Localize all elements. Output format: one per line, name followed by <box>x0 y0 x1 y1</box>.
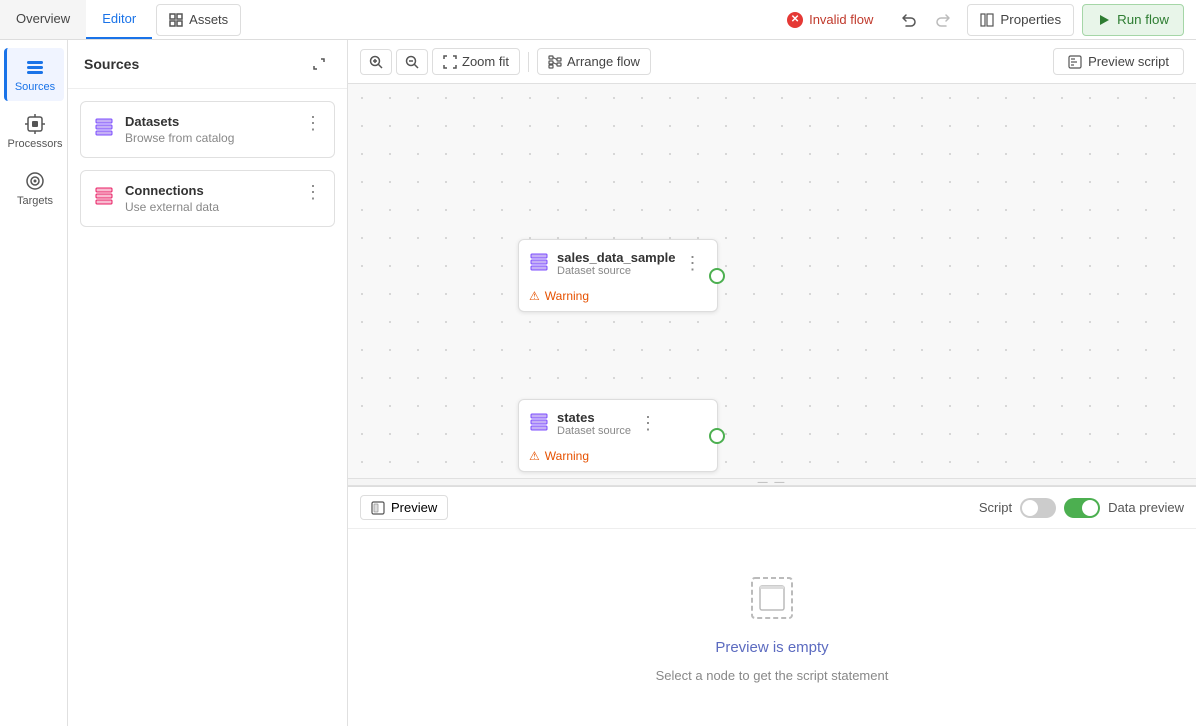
bottom-empty-state: Preview is empty Select a node to get th… <box>348 529 1196 726</box>
undo-icon <box>901 12 917 28</box>
run-flow-button[interactable]: Run flow <box>1082 4 1184 36</box>
datasets-icon <box>93 116 115 141</box>
datasets-card-content: Datasets Browse from catalog <box>125 114 294 145</box>
node1-icon <box>529 252 549 275</box>
bottom-preview-area: Preview Script Data preview <box>348 486 1196 726</box>
connections-card[interactable]: Connections Use external data ⋮ <box>80 170 335 227</box>
redo-button[interactable] <box>927 4 959 36</box>
empty-preview-subtitle: Select a node to get the script statemen… <box>656 668 889 683</box>
arrange-flow-button[interactable]: Arrange flow <box>537 48 651 75</box>
empty-preview-title: Preview is empty <box>715 639 828 656</box>
sidebar-sources-label: Sources <box>15 81 55 93</box>
bottom-right-controls: Script Data preview <box>979 498 1184 518</box>
node2-status: ⚠ Warning <box>519 443 717 471</box>
expand-icon <box>312 57 326 71</box>
sidebar-targets-label: Targets <box>17 195 53 207</box>
connections-subtitle: Use external data <box>125 200 294 214</box>
data-preview-toggle-label: Data preview <box>1108 500 1184 515</box>
zoom-in-button[interactable] <box>360 49 392 75</box>
node1-header: sales_data_sample Dataset source ⋮ <box>519 240 717 283</box>
data-preview-toggle-knob <box>1082 500 1098 516</box>
zoom-out-icon <box>405 55 419 69</box>
node2-title: states <box>557 410 631 425</box>
preview-panel-icon <box>371 501 385 515</box>
tab-overview[interactable]: Overview <box>0 0 86 39</box>
icon-sidebar: Sources Processors Targets <box>0 40 68 726</box>
node1-subtitle: Dataset source <box>557 265 676 277</box>
datasets-more-button[interactable]: ⋮ <box>304 114 322 132</box>
canvas-area: Zoom fit Arrange flow Preview script <box>348 40 1196 478</box>
datasets-subtitle: Browse from catalog <box>125 131 294 145</box>
node2-text: states Dataset source <box>557 410 631 437</box>
node2-connector <box>709 428 725 444</box>
top-nav: Overview Editor Assets ✕ Invalid flow Pr… <box>0 0 1196 40</box>
node1-connector <box>709 268 725 284</box>
node2-more-button[interactable]: ⋮ <box>639 413 657 434</box>
connections-icon <box>93 185 115 210</box>
main-layout: Sources Processors Targets Source <box>0 40 1196 726</box>
toolbar-separator <box>528 52 529 72</box>
assets-icon <box>169 13 183 27</box>
bottom-toolbar: Preview Script Data preview <box>348 487 1196 529</box>
node2-subtitle: Dataset source <box>557 425 631 437</box>
redo-icon <box>935 12 951 28</box>
data-preview-toggle[interactable] <box>1064 498 1100 518</box>
node1-more-button[interactable]: ⋮ <box>684 253 702 274</box>
preview-script-button[interactable]: Preview script <box>1053 48 1184 75</box>
right-panel: Zoom fit Arrange flow Preview script <box>348 40 1196 726</box>
sources-panel-header: Sources <box>68 40 347 89</box>
tab-editor[interactable]: Editor <box>86 0 152 39</box>
zoom-in-icon <box>369 55 383 69</box>
datasets-title: Datasets <box>125 114 294 129</box>
connections-card-content: Connections Use external data <box>125 183 294 214</box>
sources-icon <box>24 56 46 78</box>
node1-title: sales_data_sample <box>557 250 676 265</box>
processors-icon <box>24 113 46 135</box>
zoom-out-button[interactable] <box>396 49 428 75</box>
panel-divider[interactable]: — — <box>348 478 1196 486</box>
invalid-flow-button[interactable]: ✕ Invalid flow <box>775 4 885 36</box>
empty-preview-icon <box>746 572 798 627</box>
invalid-flow-icon: ✕ <box>787 12 803 28</box>
tab-assets[interactable]: Assets <box>156 4 241 36</box>
node2-header: states Dataset source ⋮ <box>519 400 717 443</box>
run-icon <box>1097 13 1111 27</box>
sidebar-item-sources[interactable]: Sources <box>4 48 64 101</box>
node1-text: sales_data_sample Dataset source <box>557 250 676 277</box>
node2-warning-icon: ⚠ <box>529 449 540 463</box>
properties-icon <box>980 13 994 27</box>
sidebar-item-processors[interactable]: Processors <box>4 105 64 158</box>
node1-status: ⚠ Warning <box>519 283 717 311</box>
connections-more-button[interactable]: ⋮ <box>304 183 322 201</box>
zoom-fit-button[interactable]: Zoom fit <box>432 48 520 75</box>
top-right-actions: ✕ Invalid flow Properties Run flow <box>775 4 1196 36</box>
node2-icon <box>529 412 549 435</box>
connections-title: Connections <box>125 183 294 198</box>
datasets-card[interactable]: Datasets Browse from catalog ⋮ <box>80 101 335 158</box>
flow-node-states[interactable]: states Dataset source ⋮ ⚠ Warning <box>518 399 718 472</box>
script-toggle-knob <box>1022 500 1038 516</box>
targets-icon <box>24 170 46 192</box>
script-toggle[interactable] <box>1020 498 1056 518</box>
script-toggle-label: Script <box>979 500 1012 515</box>
properties-button[interactable]: Properties <box>967 4 1074 36</box>
undo-redo-group <box>893 4 959 36</box>
arrange-flow-icon <box>548 55 562 69</box>
canvas-toolbar: Zoom fit Arrange flow Preview script <box>348 40 1196 84</box>
expand-sources-button[interactable] <box>307 52 331 76</box>
sidebar-processors-label: Processors <box>7 138 62 150</box>
zoom-fit-icon <box>443 55 457 69</box>
node1-warning-icon: ⚠ <box>529 289 540 303</box>
sources-panel-title: Sources <box>84 56 139 72</box>
sidebar-item-targets[interactable]: Targets <box>4 162 64 215</box>
preview-button[interactable]: Preview <box>360 495 448 520</box>
preview-script-icon <box>1068 55 1082 69</box>
sources-panel: Sources Datasets Browse from catalog ⋮ <box>68 40 348 726</box>
flow-node-sales-data-sample[interactable]: sales_data_sample Dataset source ⋮ ⚠ War… <box>518 239 718 312</box>
undo-button[interactable] <box>893 4 925 36</box>
canvas-grid[interactable]: sales_data_sample Dataset source ⋮ ⚠ War… <box>348 84 1196 478</box>
